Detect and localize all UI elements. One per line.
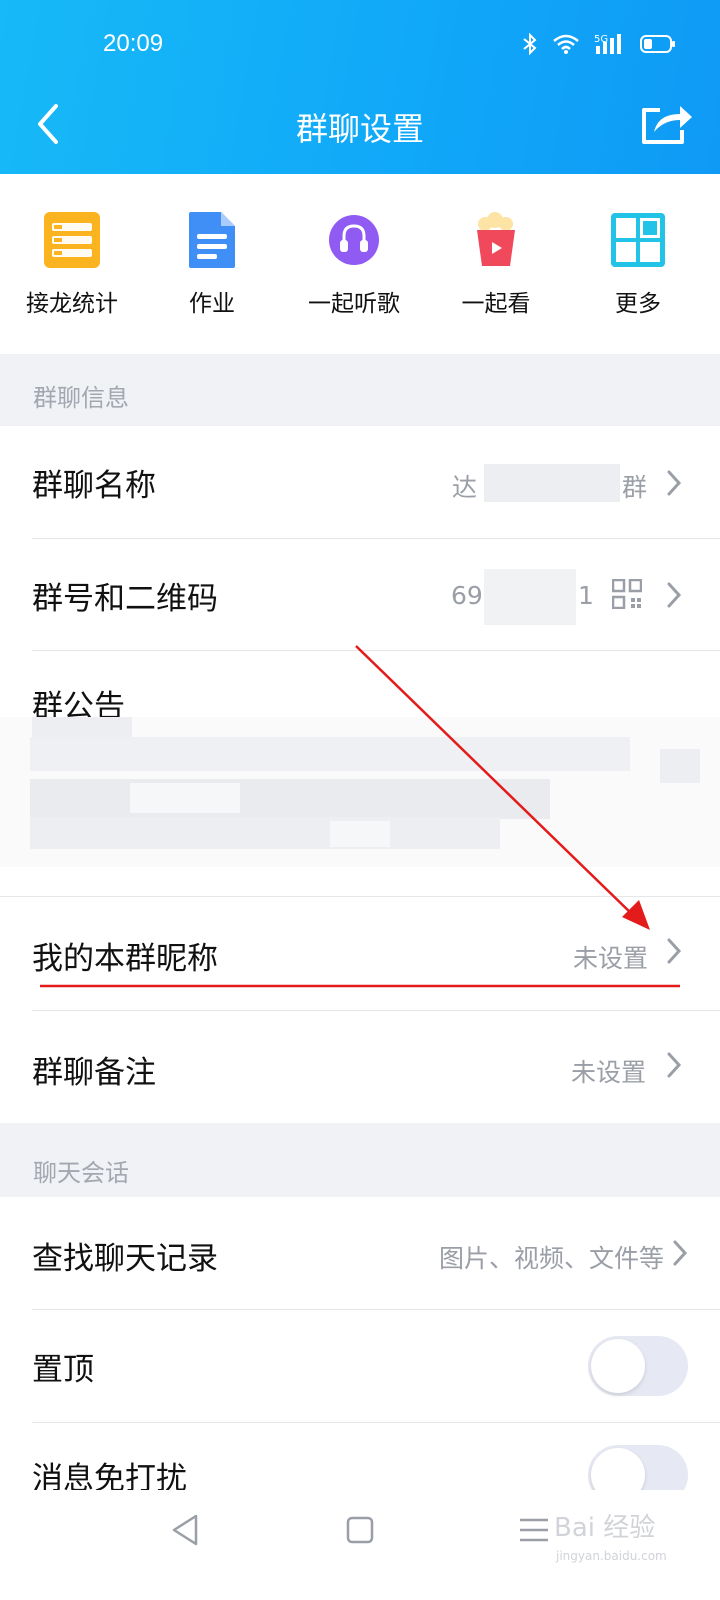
watermark-brand: Bai 经验: [554, 1513, 655, 1543]
nav-back-icon[interactable]: [166, 1510, 206, 1550]
watermark-url: jingyan.baidu.com: [555, 1549, 667, 1563]
annotation-arrow-head: [622, 900, 650, 930]
nav-menu-icon[interactable]: [514, 1510, 554, 1550]
baidu-jingyan-watermark: Bai 经验 jingyan.baidu.com: [554, 1513, 667, 1563]
annotation-arrow-line: [355, 645, 637, 919]
annotation-overlay: [40, 645, 680, 988]
nav-home-icon[interactable]: [340, 1510, 380, 1550]
